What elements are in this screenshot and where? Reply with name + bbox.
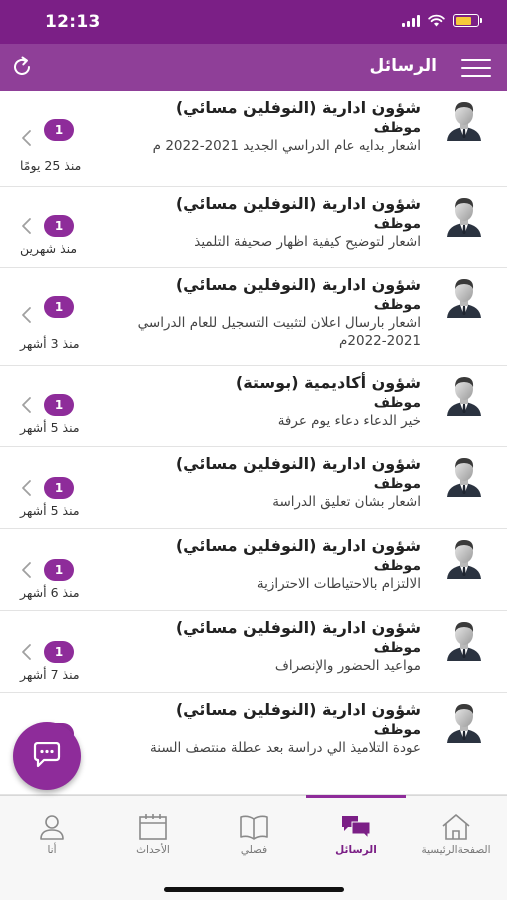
chevron-left-icon [22,397,31,413]
message-preview: مواعيد الحضور والإنصراف [274,658,421,674]
message-text: شؤون ادارية (النوفلين مسائي) موظف اشعار … [121,453,421,511]
refresh-icon[interactable] [10,55,34,79]
message-role: موظف [373,297,421,313]
chevron-left-icon [22,218,31,234]
message-item[interactable]: شؤون ادارية (النوفلين مسائي) موظف الالتز… [0,529,507,611]
tab-me[interactable]: أنا [2,796,102,866]
message-sender: شؤون ادارية (النوفلين مسائي) [175,275,421,294]
tab-messages[interactable]: الرسائل [306,795,406,866]
message-sender: شؤون ادارية (النوفلين مسائي) [175,454,421,473]
chevron-left-icon [22,307,31,323]
home-indicator [164,887,344,892]
avatar-icon [447,458,481,497]
message-item[interactable]: شؤون ادارية (النوفلين مسائي) موظف اشعار … [0,91,507,187]
home-icon [442,814,470,840]
message-preview: اشعار بارسال اعلان لتثبيت التسجيل للعام … [137,315,421,349]
tab-label-messages: الرسائل [335,844,377,856]
message-role: موظف [373,558,421,574]
unread-count-badge: 1 [44,641,74,663]
message-item[interactable]: شؤون أكاديمية (بوستة) موظف خير الدعاء دع… [0,366,507,447]
message-text: شؤون ادارية (النوفلين مسائي) موظف مواعيد… [121,617,421,675]
avatar-icon [447,198,481,237]
app-header: الرسائل [0,44,507,91]
status-bar: 12:13 [0,0,507,44]
message-item[interactable]: شؤون ادارية (النوفلين مسائي) موظف اشعار … [0,447,507,529]
message-sender: شؤون أكاديمية (بوستة) [235,373,421,392]
unread-count-badge: 1 [44,559,74,581]
message-role: موظف [373,640,421,656]
message-item[interactable]: شؤون ادارية (النوفلين مسائي) موظف اشعار … [0,187,507,268]
message-preview: الالتزام بالاحتياطات الاحترازية [256,576,421,592]
status-time: 12:13 [45,12,101,32]
chevron-left-icon [22,130,31,146]
message-text: شؤون ادارية (النوفلين مسائي) موظف الالتز… [121,535,421,593]
message-preview: خير الدعاء دعاء يوم عرفة [277,413,421,429]
avatar-icon [447,704,481,743]
message-role: موظف [373,395,421,411]
message-time: منذ شهرين [20,241,78,256]
message-sender: شؤون ادارية (النوفلين مسائي) [175,618,421,637]
tab-label-me: أنا [47,844,57,856]
message-role: موظف [373,216,421,232]
message-time: منذ 5 أشهر [20,420,80,435]
message-text: شؤون ادارية (النوفلين مسائي) موظف اشعار … [121,97,421,155]
signal-icon [402,14,420,27]
message-item[interactable]: شؤون ادارية (النوفلين مسائي) موظف مواعيد… [0,611,507,693]
message-sender: شؤون ادارية (النوفلين مسائي) [175,98,421,117]
tab-label-home: الصفحةالرئيسية [421,844,491,856]
tab-label-my-class: فصلي [240,844,268,856]
status-icons [402,14,482,27]
unread-count-badge: 1 [44,215,74,237]
message-time: منذ 25 يومًا [20,158,82,173]
unread-count-badge: 1 [44,394,74,416]
tab-label-events: الأحداث [136,844,170,856]
avatar-icon [447,622,481,661]
avatar-icon [447,279,481,318]
tab-bar: الصفحةالرئيسية الرسائل فصلي الأحداث أنا [0,795,507,900]
book-icon [240,815,268,840]
message-preview: اشعار بشان تعليق الدراسة [272,494,421,510]
battery-icon [453,14,482,27]
message-preview: اشعار بدايه عام الدراسي الجديد 2021-2022… [152,138,421,154]
page-title: الرسائل [369,56,437,76]
chat-bubble-icon [33,742,61,768]
message-role: موظف [373,476,421,492]
avatar-icon [447,102,481,141]
message-item[interactable]: شؤون ادارية (النوفلين مسائي) موظف اشعار … [0,268,507,366]
tab-home[interactable]: الصفحةالرئيسية [406,796,506,866]
message-sender: شؤون ادارية (النوفلين مسائي) [175,536,421,555]
message-text: شؤون أكاديمية (بوستة) موظف خير الدعاء دع… [121,372,421,430]
message-list[interactable]: شؤون ادارية (النوفلين مسائي) موظف اشعار … [0,91,507,795]
new-message-button[interactable] [13,722,81,790]
active-tab-indicator [306,795,406,798]
tab-my-class[interactable]: فصلي [204,796,304,866]
message-text: شؤون ادارية (النوفلين مسائي) موظف اشعار … [121,274,421,350]
message-text: شؤون ادارية (النوفلين مسائي) موظف عودة ا… [121,699,421,757]
menu-icon[interactable] [461,59,491,77]
message-role: موظف [373,120,421,136]
message-sender: شؤون ادارية (النوفلين مسائي) [175,194,421,213]
chevron-left-icon [22,480,31,496]
person-icon [40,815,64,840]
message-preview: عودة التلاميذ الي دراسة بعد عطلة منتصف ا… [150,740,421,756]
chevron-left-icon [22,644,31,660]
message-text: شؤون ادارية (النوفلين مسائي) موظف اشعار … [121,193,421,251]
avatar-icon [447,540,481,579]
tab-events[interactable]: الأحداث [103,796,203,866]
message-time: منذ 6 أشهر [20,585,80,600]
unread-count-badge: 1 [44,477,74,499]
message-role: موظف [373,722,421,738]
message-time: منذ 7 أشهر [20,667,80,682]
avatar-icon [447,377,481,416]
message-time: منذ 3 أشهر [20,336,80,351]
unread-count-badge: 1 [44,119,74,141]
message-time: منذ 5 أشهر [20,503,80,518]
message-sender: شؤون ادارية (النوفلين مسائي) [175,700,421,719]
messages-icon [342,816,371,840]
calendar-icon [139,814,167,840]
chevron-left-icon [22,562,31,578]
unread-count-badge: 1 [44,296,74,318]
wifi-icon [428,14,445,27]
message-preview: اشعار لتوضيح كيفية اظهار صحيفة التلميذ [194,234,421,250]
